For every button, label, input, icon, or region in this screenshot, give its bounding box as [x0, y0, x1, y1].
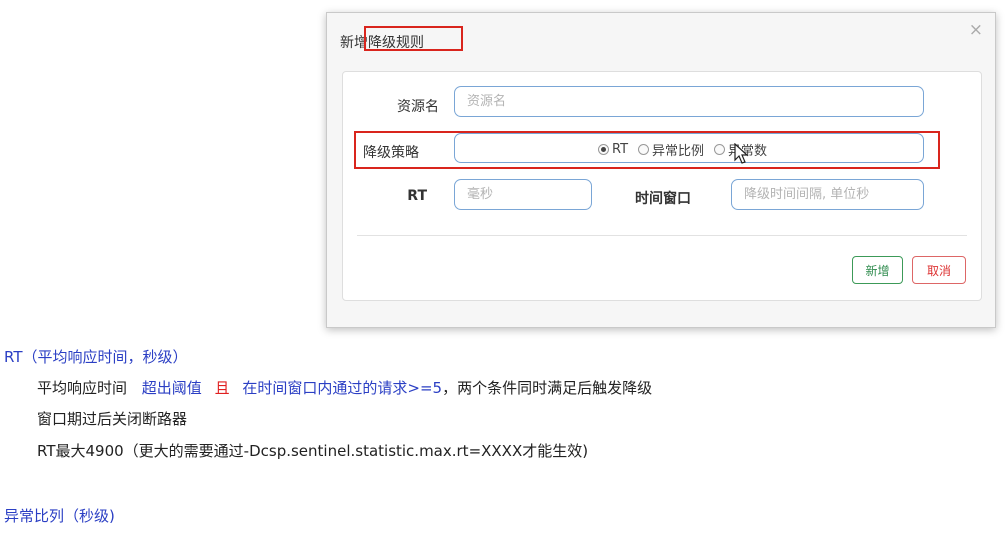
rt-note-line-1: 平均响应时间 超出阈值 且 在时间窗口内通过的请求>=5，两个条件同时满足后触发…	[37, 377, 652, 398]
rt-heading: RT（平均响应时间，秒级）	[4, 348, 188, 366]
add-button[interactable]: 新增	[852, 256, 903, 284]
add-degrade-rule-dialog: 新增降级规则 × 资源名 降级策略 RT 异常比例 异常数	[326, 12, 996, 328]
title-highlight-box	[364, 26, 463, 51]
rt-note-line-3: RT最大4900（更大的需要通过-Dcsp.sentinel.statistic…	[37, 442, 589, 460]
exception-ratio-heading: 异常比列（秒级)	[4, 507, 115, 525]
note-text-and: 且	[214, 379, 230, 397]
time-window-label: 时间窗口	[635, 191, 691, 207]
resource-input[interactable]	[454, 86, 924, 117]
note-text-avg-rt: 平均响应时间	[37, 379, 128, 397]
rt-note-line-2: 窗口期过后关闭断路器	[37, 410, 188, 428]
strategy-highlight-box	[354, 131, 940, 169]
form-divider	[357, 235, 967, 236]
close-icon[interactable]: ×	[969, 20, 983, 40]
cancel-button[interactable]: 取消	[912, 256, 966, 284]
mouse-cursor-icon	[734, 143, 749, 164]
form-panel: 资源名 降级策略 RT 异常比例 异常数 RT 时	[342, 71, 982, 301]
rt-input[interactable]	[454, 179, 592, 210]
rt-label: RT	[407, 188, 427, 204]
time-window-input[interactable]	[731, 179, 924, 210]
resource-label: 资源名	[397, 99, 439, 115]
note-text-window-requests: 在时间窗口内通过的请求>=5	[242, 379, 443, 397]
note-text-trigger: ，两个条件同时满足后触发降级	[442, 379, 653, 397]
note-text-exceed: 超出阈值	[141, 379, 202, 397]
